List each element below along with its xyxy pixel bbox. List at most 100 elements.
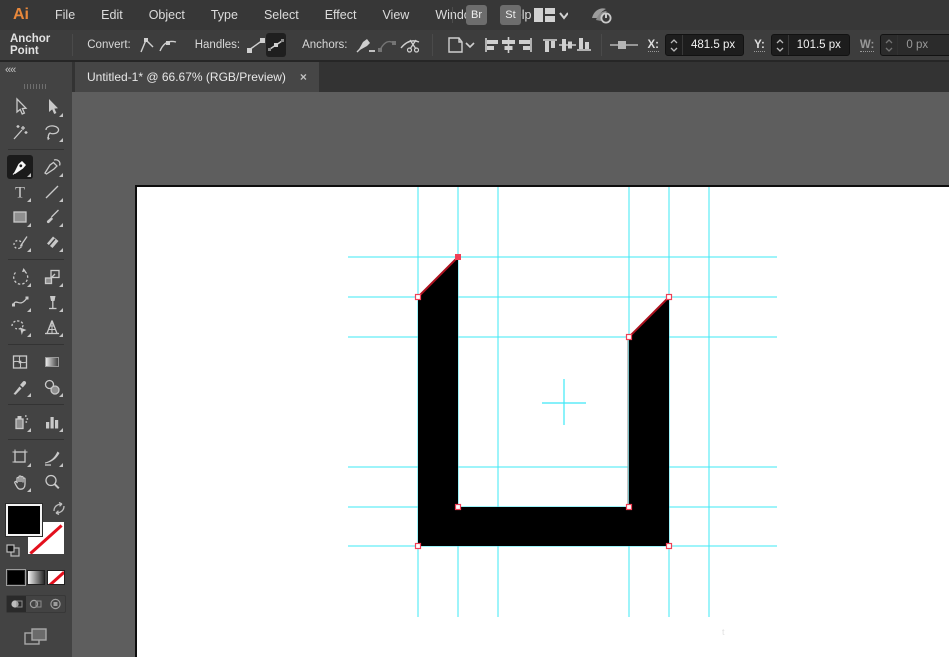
stepper-up-icon: [885, 39, 893, 44]
menu-edit[interactable]: Edit: [88, 0, 136, 30]
menu-select[interactable]: Select: [251, 0, 312, 30]
gradient-tool[interactable]: [39, 350, 65, 374]
align-bottom-button[interactable]: [576, 33, 593, 57]
menu-view[interactable]: View: [369, 0, 422, 30]
show-handles-button[interactable]: [246, 33, 266, 57]
drawing-mode-buttons: [6, 595, 66, 613]
shape-builder-tool[interactable]: [7, 315, 33, 339]
line-segment-tool[interactable]: [39, 180, 65, 204]
swap-fill-stroke-icon[interactable]: [52, 502, 66, 515]
align-bottom-icon: [576, 37, 593, 53]
puppet-warp-tool[interactable]: [39, 290, 65, 314]
y-value[interactable]: 101.5 px: [789, 39, 849, 51]
workspace-layout-icon: [534, 7, 568, 23]
color-mode-fill-button[interactable]: [7, 570, 25, 585]
align-left-button[interactable]: [483, 33, 500, 57]
selection-tool[interactable]: [7, 95, 33, 119]
collapse-panel-button[interactable]: ««: [0, 62, 72, 76]
perspective-grid-tool[interactable]: [39, 315, 65, 339]
color-mode-none-button[interactable]: [47, 570, 65, 585]
convert-to-smooth-button[interactable]: [157, 33, 179, 57]
anchors-label: Anchors:: [302, 39, 347, 51]
column-graph-tool[interactable]: [39, 410, 65, 434]
menu-effect[interactable]: Effect: [312, 0, 370, 30]
symbol-sprayer-tool[interactable]: [7, 410, 33, 434]
connect-anchors-button[interactable]: [376, 33, 398, 57]
workspace-switcher-button[interactable]: [534, 7, 568, 23]
svg-text:T: T: [15, 185, 25, 202]
draw-normal-button[interactable]: [7, 596, 26, 612]
menu-object[interactable]: Object: [136, 0, 198, 30]
scale-tool[interactable]: [39, 265, 65, 289]
convert-to-corner-button[interactable]: [137, 33, 157, 57]
control-bar: Anchor Point Convert: Handles:: [0, 30, 949, 62]
canvas-overlay: [72, 92, 949, 657]
y-stepper[interactable]: [772, 35, 789, 55]
controlbar-separator: [72, 34, 73, 56]
remove-anchor-button[interactable]: [354, 33, 376, 57]
color-mode-gradient-button[interactable]: [27, 570, 45, 585]
zoom-tool[interactable]: [39, 470, 65, 494]
screen-mode-icon: [23, 627, 49, 647]
w-label: W:: [860, 39, 874, 52]
artboard-options-button[interactable]: [441, 33, 475, 57]
slice-tool[interactable]: [39, 445, 65, 469]
eyedropper-tool[interactable]: [7, 375, 33, 399]
y-label[interactable]: Y:: [754, 39, 765, 52]
x-input[interactable]: 481.5 px: [665, 34, 744, 56]
ruler-guides[interactable]: [348, 187, 777, 617]
bridge-button[interactable]: Br: [466, 5, 487, 25]
mesh-tool[interactable]: [7, 350, 33, 374]
rotate-tool[interactable]: [7, 265, 33, 289]
hide-handles-button[interactable]: [266, 33, 286, 57]
rectangle-tool[interactable]: [7, 205, 33, 229]
artboard-tool[interactable]: [7, 445, 33, 469]
width-tool[interactable]: [7, 290, 33, 314]
fill-swatch-black[interactable]: [6, 504, 42, 536]
x-stepper[interactable]: [666, 35, 683, 55]
reference-point-icon: [610, 39, 638, 51]
draw-behind-button[interactable]: [26, 596, 45, 612]
lasso-tool[interactable]: [39, 120, 65, 144]
draw-inside-button[interactable]: [46, 596, 65, 612]
letter-u-path[interactable]: [418, 257, 669, 546]
align-vertical-center-button[interactable]: [559, 33, 576, 57]
magic-wand-tool[interactable]: [7, 120, 33, 144]
toolbar-grip[interactable]: [24, 84, 48, 89]
align-right-button[interactable]: [517, 33, 534, 57]
y-input[interactable]: 101.5 px: [771, 34, 850, 56]
touch-workspace-button[interactable]: [589, 5, 613, 25]
tools-panel: ««: [0, 62, 72, 657]
selected-anchor-point: [455, 254, 461, 260]
paintbrush-tool[interactable]: [39, 205, 65, 229]
stepper-down-icon: [885, 47, 893, 52]
stock-button[interactable]: St: [500, 5, 521, 25]
pen-tool[interactable]: [7, 155, 33, 179]
touch-power-icon: [589, 5, 613, 25]
curvature-tool[interactable]: [39, 155, 65, 179]
canvas-area[interactable]: t: [72, 92, 949, 657]
align-horizontal-center-button[interactable]: [500, 33, 517, 57]
document-tab[interactable]: Untitled-1* @ 66.67% (RGB/Preview) ×: [75, 62, 319, 92]
align-top-button[interactable]: [542, 33, 559, 57]
shaper-tool[interactable]: [7, 230, 33, 254]
menubar-right-cluster: Br St: [452, 0, 613, 30]
reference-point-widget[interactable]: [610, 33, 638, 57]
x-label[interactable]: X:: [648, 39, 660, 52]
type-tool[interactable]: T: [7, 180, 33, 204]
corner-point-icon: [137, 35, 157, 55]
stepper-down-icon: [776, 47, 784, 52]
eraser-tool[interactable]: [39, 230, 65, 254]
direct-selection-tool[interactable]: [39, 95, 65, 119]
screen-mode-button[interactable]: [4, 627, 68, 647]
hand-tool[interactable]: [7, 470, 33, 494]
toolbar-divider: [8, 344, 64, 345]
blend-tool[interactable]: [39, 375, 65, 399]
menu-file[interactable]: File: [42, 0, 88, 30]
close-icon[interactable]: ×: [300, 70, 307, 84]
default-colors-icon[interactable]: [6, 544, 21, 558]
smooth-point-icon: [157, 35, 179, 55]
x-value[interactable]: 481.5 px: [683, 39, 743, 51]
menu-type[interactable]: Type: [198, 0, 251, 30]
cut-path-button[interactable]: [398, 33, 422, 57]
